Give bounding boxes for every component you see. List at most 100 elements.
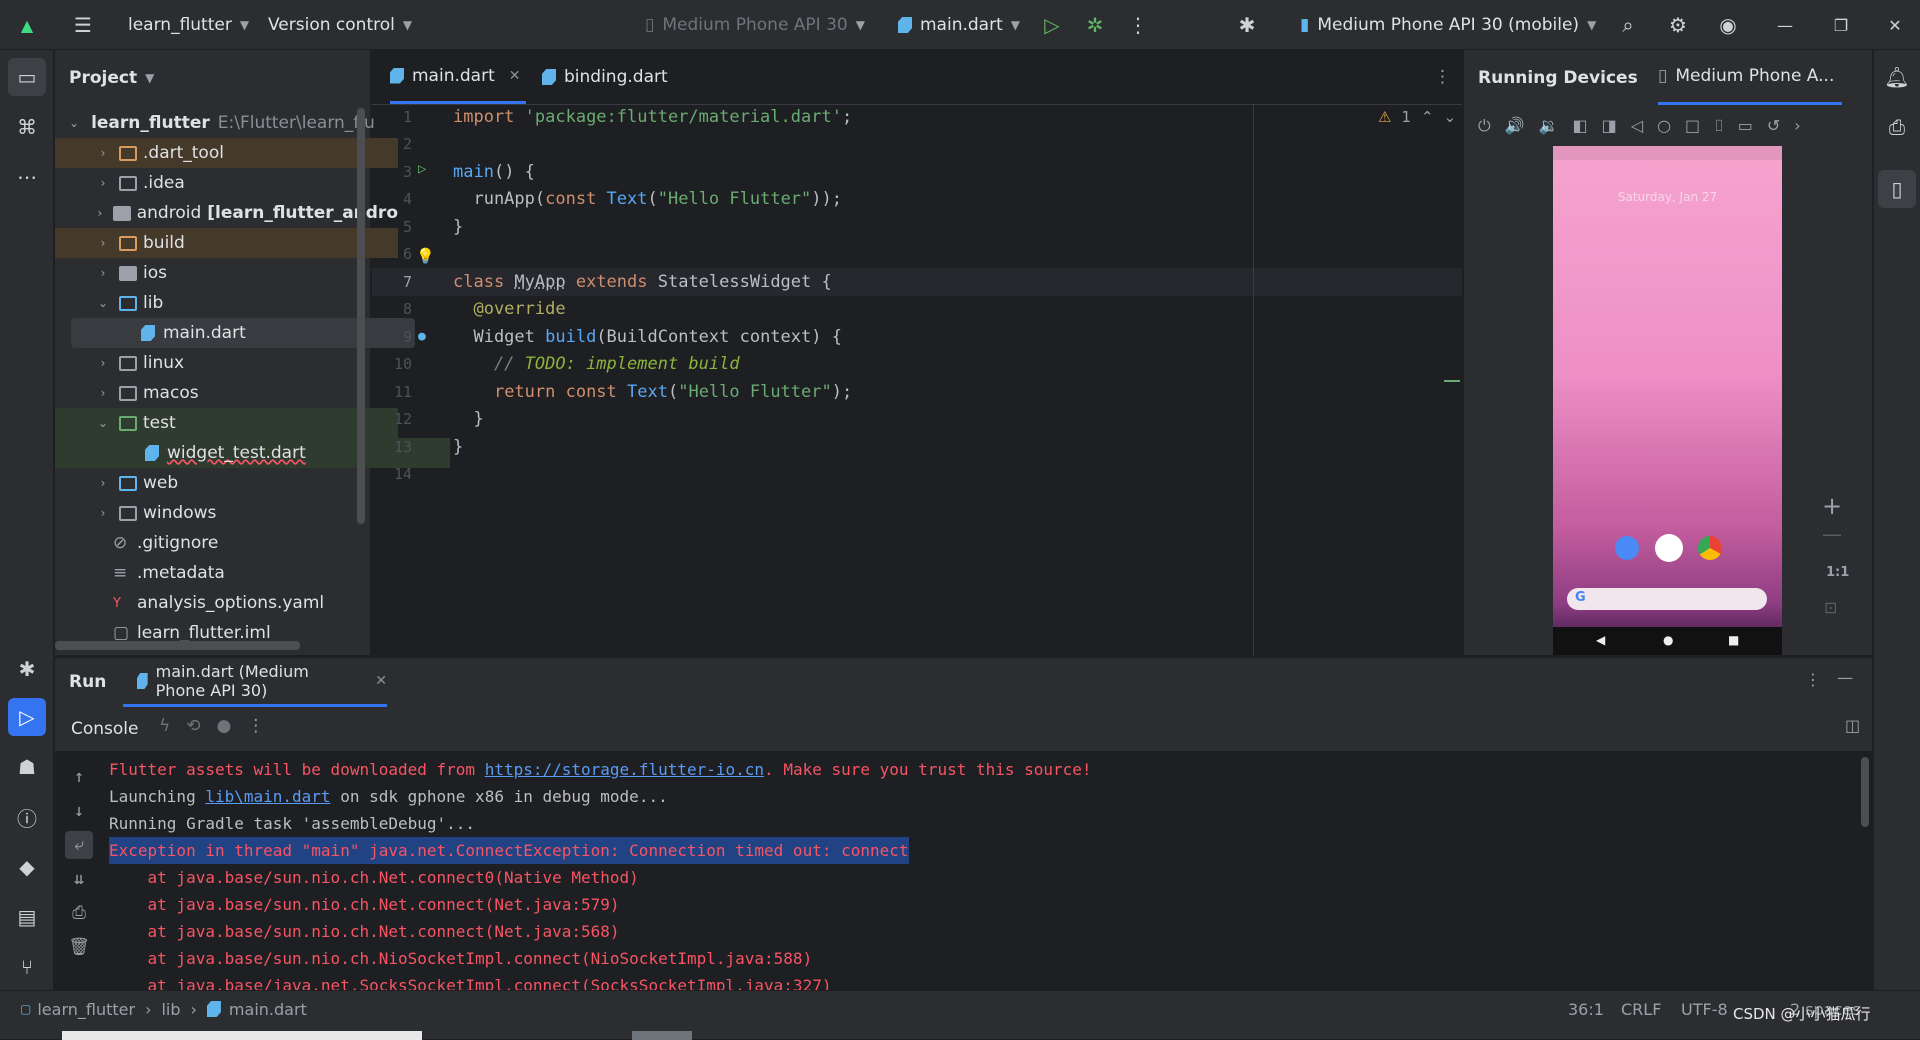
reset-icon[interactable]: ↺ (1767, 116, 1780, 136)
close-tab-icon[interactable]: ✕ (375, 673, 387, 689)
main-menu-icon[interactable]: ☰ (68, 10, 98, 40)
git-icon[interactable]: ⑂ (8, 948, 46, 986)
run-options-icon[interactable]: ⋮ (1805, 670, 1821, 689)
console-output[interactable]: ↑ ↓ ⤶ ⇊ ⎙ 🗑︎ Flutter assets will be down… (55, 751, 1872, 995)
console-tab[interactable]: Console (71, 706, 139, 751)
zoom-fit-icon[interactable]: ⊡ (1824, 598, 1837, 617)
tree-item-metadata[interactable]: ≡ .metadata (55, 558, 418, 588)
account-icon[interactable]: ◉ (1713, 10, 1743, 40)
play-store-app-icon[interactable] (1655, 534, 1683, 562)
clear-icon[interactable]: 🗑︎ (65, 933, 93, 961)
debug-tool-icon[interactable]: ✱ (8, 650, 46, 688)
zoom-actual-size[interactable]: 1:1 (1826, 565, 1849, 580)
run-gutter-icon[interactable]: ▷ (418, 161, 426, 177)
tree-item-lib[interactable]: ⌄ lib (55, 288, 398, 318)
override-gutter-icon[interactable]: ● (418, 329, 426, 344)
debug-icon[interactable]: ✲ (1080, 10, 1110, 40)
volume-up-icon[interactable]: 🔊 (1505, 116, 1525, 136)
home-icon[interactable]: ○ (1657, 116, 1671, 136)
tree-item-dart-tool[interactable]: › .dart_tool (55, 138, 398, 168)
tree-item-learn-flutter[interactable]: ⌄ learn_flutter E:\Flutter\learn_flu (55, 108, 374, 138)
scroll-to-end-icon[interactable]: ⇊ (65, 865, 93, 893)
caret-position[interactable]: 36:1 (1568, 991, 1604, 1027)
tree-item-gitignore[interactable]: ⊘ .gitignore (55, 528, 418, 558)
phone-overview-icon[interactable]: ■ (1728, 633, 1739, 647)
minimize-icon[interactable]: — (1770, 10, 1800, 40)
tree-item-ios[interactable]: › ios (55, 258, 398, 288)
project-vertical-scrollbar[interactable] (357, 108, 365, 524)
back-icon[interactable]: ◁ (1631, 116, 1643, 136)
phone-back-icon[interactable]: ◀ (1596, 633, 1605, 647)
emulator-screen[interactable]: Saturday, Jan 27 G (1553, 146, 1782, 655)
tree-item-android[interactable]: › android [learn_flutter_andro (55, 198, 398, 228)
run-config-selector[interactable]: main.dart ▼ (898, 0, 1020, 50)
project-selector[interactable]: learn_flutter ▼ (128, 0, 249, 50)
rotate-left-icon[interactable]: ◧ (1573, 116, 1588, 136)
power-icon[interactable]: ⏻ (1478, 116, 1491, 136)
maximize-icon[interactable]: ❐ (1826, 10, 1856, 40)
zoom-out-icon[interactable]: — (1822, 522, 1842, 546)
device-selector[interactable]: ▮ Medium Phone API 30 (mobile) ▼ (1300, 0, 1596, 50)
lightbulb-icon[interactable]: 💡 (416, 247, 435, 265)
hot-restart-icon[interactable]: ⟲ (186, 716, 200, 736)
vcs-menu[interactable]: Version control ▼ (268, 0, 412, 50)
run-icon[interactable]: ▷ (1037, 10, 1067, 40)
file-encoding[interactable]: UTF-8 (1681, 991, 1728, 1027)
screenshot-icon[interactable]: ⌷ (1714, 116, 1724, 136)
inspection-widget[interactable]: ⚠ 1 ⌃ ⌄ (1378, 108, 1456, 126)
more-icon[interactable]: ⋮ (247, 716, 264, 736)
log-link[interactable]: https://storage.flutter-io.cn (485, 760, 764, 779)
settings-gear-icon[interactable]: ⚙ (1663, 10, 1693, 40)
tab-main-dart[interactable]: main.dart ✕ (390, 50, 527, 104)
scroll-up-icon[interactable]: ↑ (65, 763, 93, 791)
run-tool-icon[interactable]: ▷ (8, 698, 46, 736)
breadcrumb-file[interactable]: main.dart (229, 1000, 307, 1019)
zoom-in-icon[interactable]: + (1822, 492, 1842, 520)
project-horizontal-scrollbar[interactable] (55, 641, 300, 650)
tree-item-test[interactable]: ⌄ test (55, 408, 398, 438)
notifications-icon[interactable]: 🔔︎ (1878, 58, 1916, 96)
debug-device-icon[interactable]: ✱ (1232, 10, 1262, 40)
tab-run-main-dart[interactable]: main.dart (Medium Phone API 30) ✕ (123, 658, 387, 707)
record-icon[interactable]: ▭ (1738, 116, 1753, 136)
tree-item-linux[interactable]: › linux (55, 348, 398, 378)
overview-icon[interactable]: □ (1685, 116, 1700, 136)
close-tab-icon[interactable]: ✕ (509, 68, 521, 84)
more-tools-icon[interactable]: ⋯ (8, 158, 46, 196)
search-icon[interactable]: ⌕ (1613, 10, 1643, 40)
hot-reload-icon[interactable]: ϟ (159, 716, 170, 736)
soft-wrap-icon[interactable]: ⤶ (65, 831, 93, 859)
google-search-bar[interactable]: G (1567, 588, 1767, 610)
project-panel-header[interactable]: Project ▼ (55, 50, 370, 105)
phone-home-icon[interactable]: ● (1663, 633, 1673, 647)
chrome-app-icon[interactable] (1698, 536, 1722, 560)
breadcrumb-project[interactable]: learn_flutter (37, 1000, 135, 1019)
close-window-icon[interactable]: ✕ (1880, 10, 1910, 40)
stop-icon[interactable]: ● (216, 716, 231, 736)
tree-item-macos[interactable]: › macos (55, 378, 398, 408)
layout-icon[interactable]: ◫ (1845, 716, 1860, 735)
volume-down-icon[interactable]: 🔉 (1539, 116, 1559, 136)
project-tool-icon[interactable]: ▭ (8, 58, 46, 96)
tab-binding-dart[interactable]: binding.dart (542, 50, 668, 104)
more-actions-icon[interactable]: ⋮ (1123, 10, 1153, 40)
terminal-icon[interactable]: ▤ (8, 898, 46, 936)
print-icon[interactable]: ⎙ (65, 899, 93, 927)
scroll-down-icon[interactable]: ↓ (65, 797, 93, 825)
tree-item-web[interactable]: › web (55, 468, 398, 498)
tab-options-icon[interactable]: ⋮ (1434, 50, 1451, 104)
structure-tool-icon[interactable]: ⌘ (8, 108, 46, 146)
line-separator[interactable]: CRLF (1621, 991, 1661, 1027)
rotate-right-icon[interactable]: ◨ (1602, 116, 1617, 136)
problems-icon[interactable]: ⓘ (8, 798, 46, 836)
chevron-right-icon[interactable]: › (1794, 116, 1800, 136)
breadcrumb-lib[interactable]: lib (161, 1000, 180, 1019)
running-devices-icon[interactable]: ▯ (1878, 170, 1916, 208)
tree-item-windows[interactable]: › windows (55, 498, 398, 528)
log-link[interactable]: lib\main.dart (205, 787, 330, 806)
hide-panel-icon[interactable]: — (1837, 668, 1853, 687)
device-manager-icon[interactable]: ⎙ (1878, 108, 1916, 146)
logcat-icon[interactable]: ☗ (8, 748, 46, 786)
tab-device[interactable]: ▯ Medium Phone A... (1658, 50, 1843, 105)
chevron-up-icon[interactable]: ⌃ (1421, 108, 1434, 126)
